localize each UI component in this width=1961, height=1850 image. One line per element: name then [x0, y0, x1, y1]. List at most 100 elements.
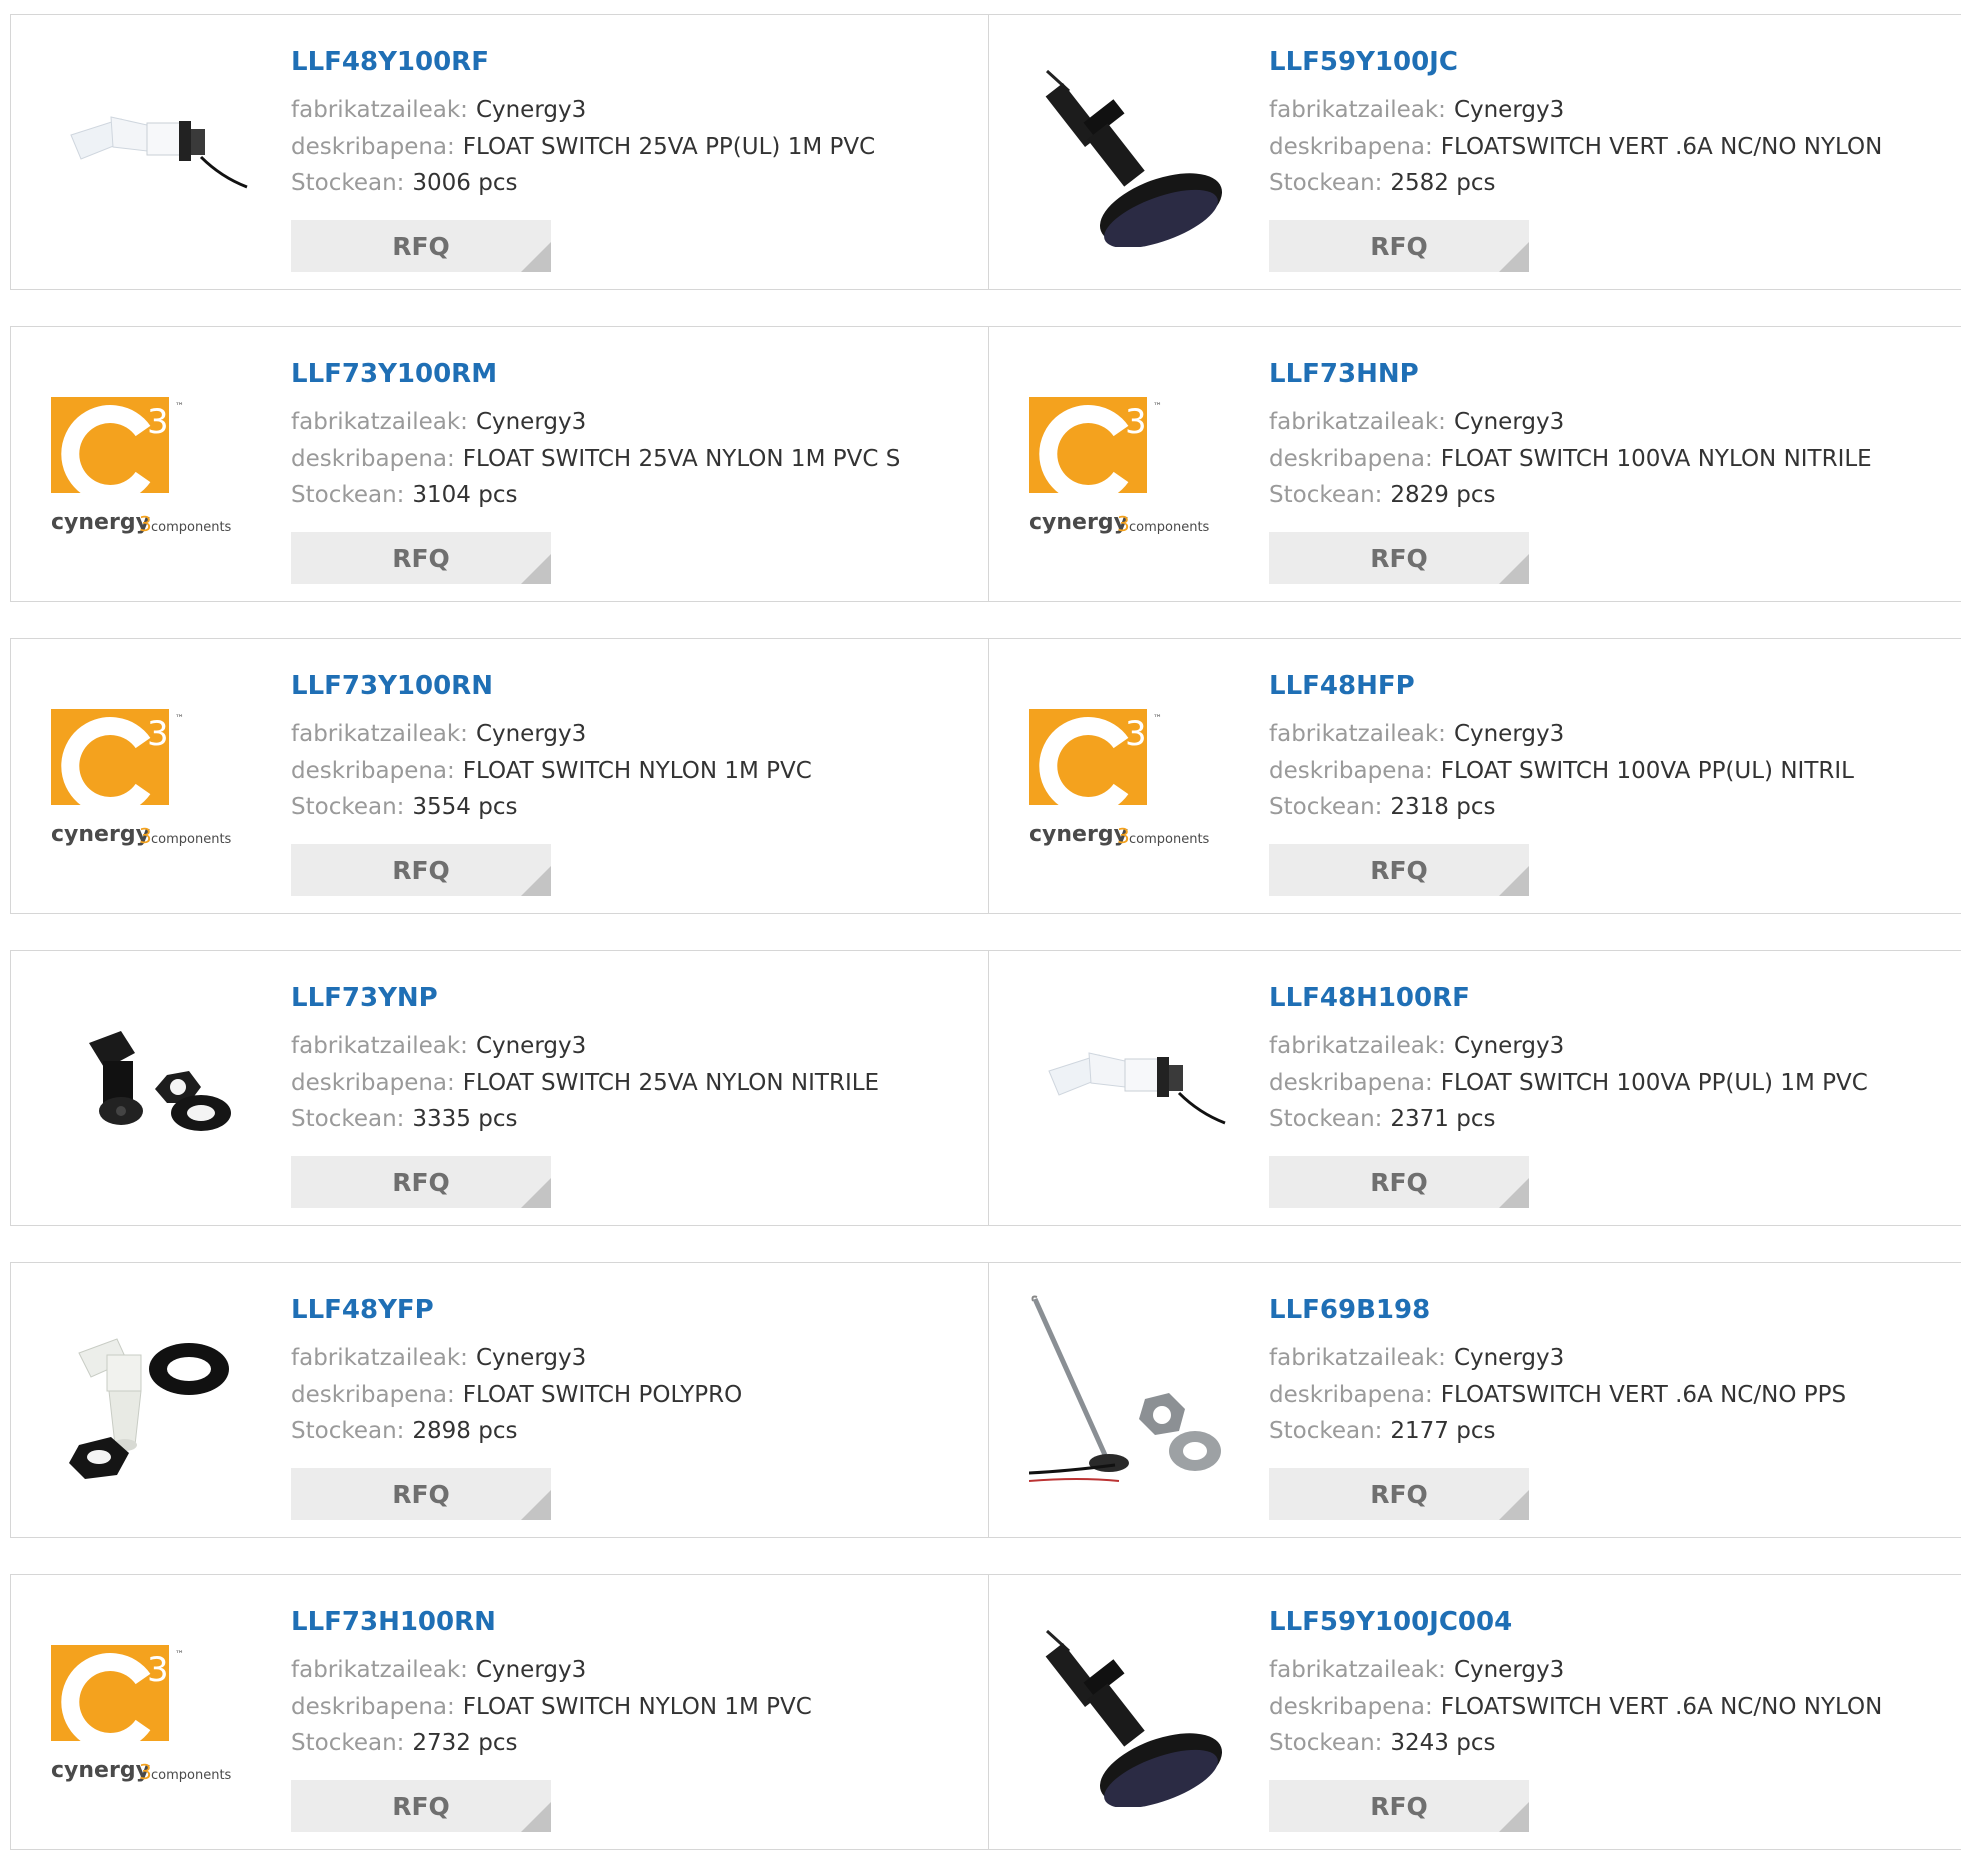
product-image[interactable]: 3 ™ cynergy 3 components	[1029, 359, 1229, 559]
corner-fold-icon	[521, 242, 551, 272]
manufacturer-label: fabrikatzaileak:	[291, 721, 468, 747]
product-image[interactable]	[1029, 47, 1229, 247]
stock-row: Stockean: 3104 pcs	[291, 482, 517, 508]
svg-text:3: 3	[139, 512, 152, 536]
product-title-link[interactable]: LLF69B198	[1269, 1295, 1430, 1325]
product-title-link[interactable]: LLF48Y100RF	[291, 47, 489, 77]
rfq-button[interactable]: RFQ	[1269, 844, 1529, 896]
rfq-button[interactable]: RFQ	[291, 220, 551, 272]
product-image[interactable]	[1029, 983, 1229, 1183]
corner-fold-icon	[521, 1178, 551, 1208]
logo-mark: 3	[1125, 402, 1147, 442]
rfq-button[interactable]: RFQ	[1269, 220, 1529, 272]
description-label: deskribapena:	[1269, 1070, 1433, 1096]
stock-value: 3104 pcs	[412, 482, 518, 508]
rfq-label: RFQ	[392, 1480, 450, 1509]
stock-label: Stockean:	[1269, 170, 1383, 196]
product-card: LLF48Y100RF fabrikatzaileak: Cynergy3 deskr…	[10, 14, 1010, 290]
description-row: deskribapena: FLOAT SWITCH NYLON 1M PVC	[291, 758, 812, 784]
product-image[interactable]	[51, 1295, 251, 1495]
manufacturer-value: Cynergy3	[1453, 409, 1565, 435]
manufacturer-label: fabrikatzaileak:	[291, 1657, 468, 1683]
logo-sub: components	[1129, 520, 1210, 535]
stock-label: Stockean:	[1269, 794, 1383, 820]
stock-label: Stockean:	[1269, 1418, 1383, 1444]
product-title-link[interactable]: LLF48H100RF	[1269, 983, 1470, 1013]
description-label: deskribapena:	[291, 446, 455, 472]
manufacturer-label: fabrikatzaileak:	[1269, 1033, 1446, 1059]
product-image[interactable]: 3 ™ cynergy 3 components	[51, 359, 251, 559]
description-label: deskribapena:	[291, 758, 455, 784]
stock-label: Stockean:	[1269, 1730, 1383, 1756]
product-title-link[interactable]: LLF73YNP	[291, 983, 438, 1013]
svg-text:3: 3	[1117, 824, 1130, 848]
product-title-link[interactable]: LLF73Y100RM	[291, 359, 497, 389]
product-title-link[interactable]: LLF73HNP	[1269, 359, 1419, 389]
description-row: deskribapena: FLOATSWITCH VERT .6A NC/NO …	[1269, 134, 1882, 160]
product-card: LLF48H100RF fabrikatzaileak: Cynergy3 deskr…	[988, 950, 1961, 1226]
rfq-label: RFQ	[392, 856, 450, 885]
product-card: LLF69B198 fabrikatzaileak: Cynergy3 deskrib…	[988, 1262, 1961, 1538]
rfq-label: RFQ	[1370, 856, 1428, 885]
corner-fold-icon	[1499, 242, 1529, 272]
description-value: FLOAT SWITCH 25VA NYLON NITRILE	[462, 1070, 880, 1096]
rfq-label: RFQ	[1370, 1168, 1428, 1197]
product-image[interactable]: 3 ™ cynergy 3 components	[51, 1607, 251, 1807]
product-card: LLF73YNP fabrikatzaileak: Cynergy3 deskriba…	[10, 950, 1010, 1226]
product-image[interactable]: 3 ™ cynergy 3 components	[1029, 671, 1229, 871]
manufacturer-value: Cynergy3	[475, 721, 587, 747]
stock-value: 2582 pcs	[1390, 170, 1496, 196]
manufacturer-label: fabrikatzaileak:	[291, 1345, 468, 1371]
product-image[interactable]: 3 ™ cynergy 3 components	[51, 671, 251, 871]
rfq-button[interactable]: RFQ	[1269, 1468, 1529, 1520]
product-card: LLF59Y100JC004 fabrikatzaileak: Cynergy3 de…	[988, 1574, 1961, 1850]
rfq-button[interactable]: RFQ	[291, 1780, 551, 1832]
manufacturer-row: fabrikatzaileak: Cynergy3	[291, 721, 586, 747]
rfq-button[interactable]: RFQ	[1269, 1780, 1529, 1832]
description-label: deskribapena:	[1269, 1694, 1433, 1720]
rfq-label: RFQ	[392, 544, 450, 573]
product-title-link[interactable]: LLF59Y100JC004	[1269, 1607, 1512, 1637]
rfq-button[interactable]: RFQ	[291, 1156, 551, 1208]
product-image[interactable]	[1029, 1607, 1229, 1807]
product-title-link[interactable]: LLF59Y100JC	[1269, 47, 1458, 77]
logo-mark: 3	[1125, 714, 1147, 754]
rfq-button[interactable]: RFQ	[1269, 1156, 1529, 1208]
product-title-link[interactable]: LLF73H100RN	[291, 1607, 496, 1637]
rfq-label: RFQ	[1370, 1792, 1428, 1821]
product-image[interactable]	[1029, 1295, 1229, 1495]
stock-label: Stockean:	[1269, 482, 1383, 508]
rfq-button[interactable]: RFQ	[291, 1468, 551, 1520]
product-image[interactable]	[51, 47, 251, 247]
description-value: FLOAT SWITCH 100VA PP(UL) NITRIL	[1440, 758, 1854, 784]
stock-row: Stockean: 2732 pcs	[291, 1730, 517, 1756]
stock-value: 2898 pcs	[412, 1418, 518, 1444]
corner-fold-icon	[1499, 866, 1529, 896]
svg-text:3: 3	[1117, 512, 1130, 536]
product-title-link[interactable]: LLF48HFP	[1269, 671, 1415, 701]
manufacturer-value: Cynergy3	[1453, 1033, 1565, 1059]
rfq-button[interactable]: RFQ	[291, 844, 551, 896]
corner-fold-icon	[521, 866, 551, 896]
description-label: deskribapena:	[1269, 134, 1433, 160]
product-title-link[interactable]: LLF48YFP	[291, 1295, 434, 1325]
stock-value: 2371 pcs	[1390, 1106, 1496, 1132]
logo-tm: ™	[1153, 402, 1162, 412]
stock-row: Stockean: 2371 pcs	[1269, 1106, 1495, 1132]
stock-value: 2829 pcs	[1390, 482, 1496, 508]
rfq-button[interactable]: RFQ	[291, 532, 551, 584]
manufacturer-label: fabrikatzaileak:	[1269, 1345, 1446, 1371]
stock-row: Stockean: 2177 pcs	[1269, 1418, 1495, 1444]
svg-text:3: 3	[139, 824, 152, 848]
stock-row: Stockean: 3243 pcs	[1269, 1730, 1495, 1756]
description-value: FLOAT SWITCH 25VA PP(UL) 1M PVC	[462, 134, 876, 160]
rfq-button[interactable]: RFQ	[1269, 532, 1529, 584]
logo-sub: components	[151, 832, 232, 847]
logo-brand: cynergy	[51, 510, 150, 535]
rfq-label: RFQ	[1370, 544, 1428, 573]
product-title-link[interactable]: LLF73Y100RN	[291, 671, 493, 701]
manufacturer-row: fabrikatzaileak: Cynergy3	[1269, 1345, 1564, 1371]
product-card: LLF48YFP fabrikatzaileak: Cynergy3 deskriba…	[10, 1262, 1010, 1538]
manufacturer-row: fabrikatzaileak: Cynergy3	[291, 97, 586, 123]
product-image[interactable]	[51, 983, 251, 1183]
